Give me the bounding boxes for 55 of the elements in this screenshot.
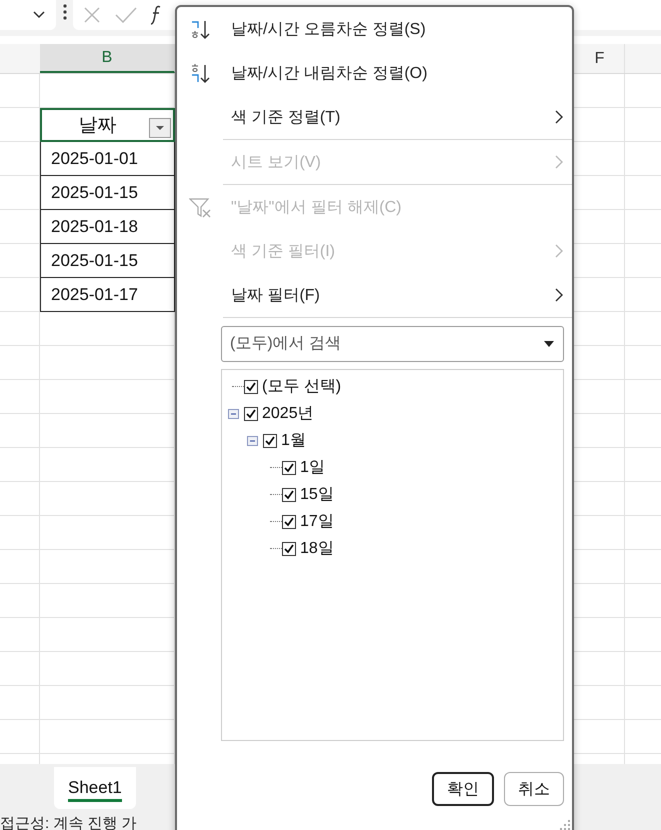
checkbox[interactable] [263,434,277,448]
chevron-right-icon [554,288,564,302]
search-field[interactable]: (모두)에서 검색 [221,326,564,362]
check-icon[interactable] [115,7,137,23]
tree-item-label: 18일 [300,539,334,559]
filter-dropdown-button[interactable] [149,118,171,138]
checkmark-icon [283,462,295,473]
table-cell: 2025-01-18 [40,210,175,244]
chevron-down-icon[interactable] [32,10,46,20]
tree-item-label: 17일 [300,512,334,532]
tree-item-label: 1일 [300,458,325,478]
collapse-icon[interactable] [228,408,239,418]
checkmark-icon [264,435,276,446]
chevron-right-icon [554,155,564,169]
sort-descending-icon [189,62,211,84]
dialog-button[interactable]: 확인 [432,772,494,806]
more-options-icon[interactable] [63,4,67,20]
menu-item[interactable]: 날짜/시간 내림차순 정렬(O) [189,51,564,95]
sheet-tab[interactable]: Sheet1 [54,767,136,809]
status-text: 접근성: 계속 진행 가 [0,815,137,830]
column-header[interactable]: B [40,44,175,73]
function-icon[interactable] [151,5,161,25]
column-header[interactable]: F [575,44,625,73]
tree-item-label: 1월 [281,431,306,451]
checkbox[interactable] [282,460,296,474]
chevron-right-icon [554,244,564,258]
tree-item-label: 15일 [300,485,334,505]
tree-item-label: (모두 선택) [262,377,342,397]
checkbox[interactable] [244,406,258,420]
dropdown-arrow-icon [544,341,554,347]
checkbox[interactable] [282,514,296,528]
dialog-button[interactable]: 취소 [504,772,564,806]
tree-item-label: 2025년 [262,404,314,424]
checkbox[interactable] [244,380,258,394]
checkmark-icon [283,543,295,554]
resize-grip-icon [560,820,570,830]
chevron-right-icon [554,110,564,124]
table-cell: 2025-01-15 [40,244,175,278]
checkmark-icon [245,408,257,419]
menu-item[interactable]: 날짜/시간 오름차순 정렬(S) [189,7,564,51]
menu-item[interactable]: 날짜 필터(F) [189,273,564,317]
checkmark-icon [283,489,295,500]
sort-ascending-icon [189,18,211,40]
table-cell: 2025-01-01 [40,142,175,176]
header-text: 날짜 [78,114,116,138]
table-cell: 2025-01-15 [40,176,175,210]
clear-filter-icon [189,196,211,218]
checkmark-icon [245,381,257,392]
menu-item[interactable]: 색 기준 정렬(T) [189,95,564,139]
collapse-icon[interactable] [247,436,258,446]
checkmark-icon [283,516,295,527]
dropdown-arrow-icon [155,125,165,131]
table-cell: 2025-01-17 [40,278,175,312]
checkbox[interactable] [282,488,296,502]
checkbox[interactable] [282,542,296,556]
